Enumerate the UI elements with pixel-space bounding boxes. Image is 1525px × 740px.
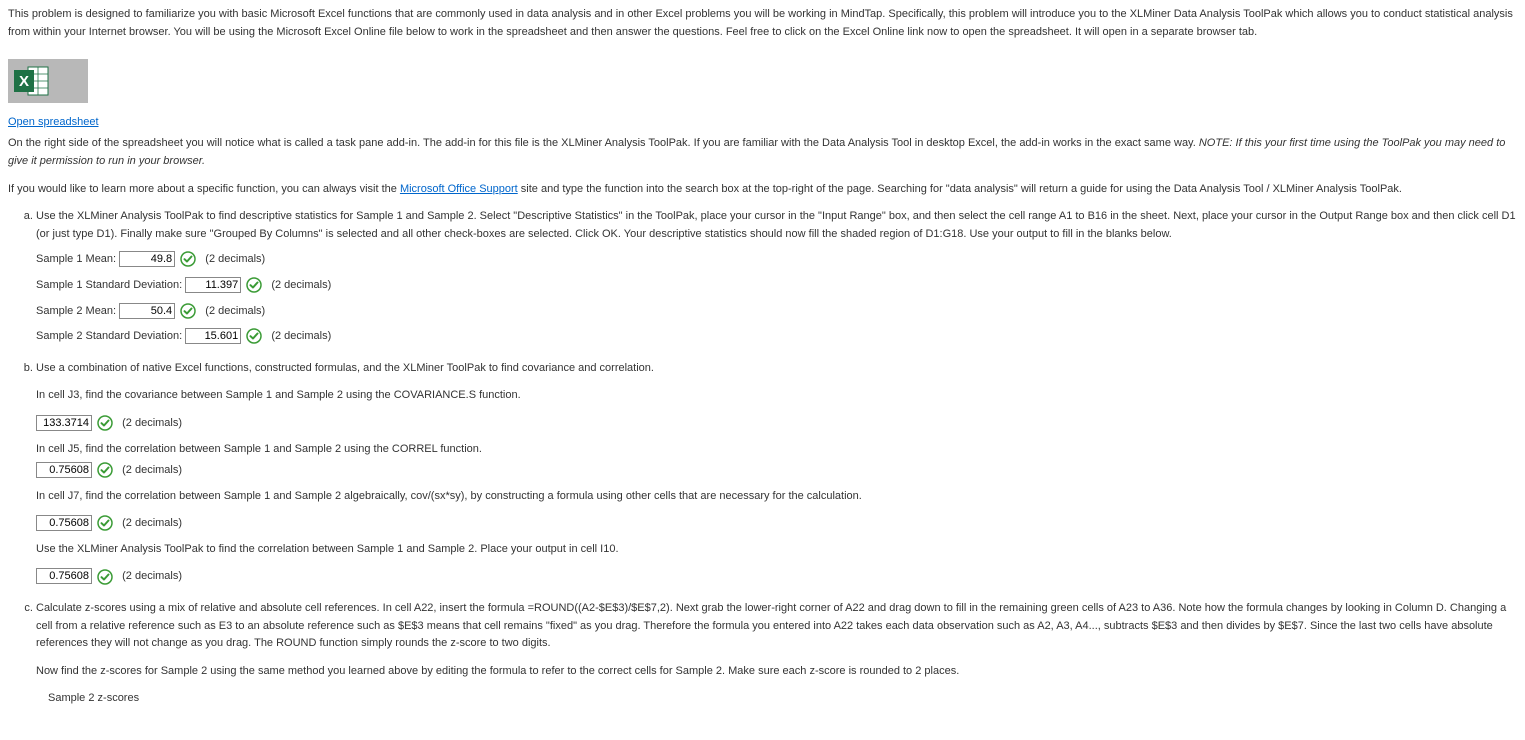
task-pane-paragraph: On the right side of the spreadsheet you…: [8, 135, 1517, 170]
learn-more-after: site and type the function into the sear…: [518, 183, 1402, 195]
j3-text: In cell J3, find the covariance between …: [36, 387, 1517, 405]
sample2-sd-label: Sample 2 Standard Deviation:: [36, 330, 182, 342]
j7-input[interactable]: [36, 515, 92, 531]
ms-office-support-link[interactable]: Microsoft Office Support: [400, 183, 518, 195]
decimals-label: (2 decimals): [122, 464, 182, 476]
sample1-mean-row: Sample 1 Mean: (2 decimals): [36, 251, 1517, 269]
part-b-text: Use a combination of native Excel functi…: [36, 362, 654, 374]
sample1-sd-row: Sample 1 Standard Deviation: (2 decimals…: [36, 277, 1517, 295]
part-c-sample2-text: Now find the z-scores for Sample 2 using…: [36, 663, 1517, 681]
check-icon: [180, 303, 196, 319]
sample1-mean-input[interactable]: [119, 251, 175, 267]
decimals-label: (2 decimals): [122, 517, 182, 529]
decimals-label: (2 decimals): [122, 570, 182, 582]
sample1-sd-label: Sample 1 Standard Deviation:: [36, 279, 182, 291]
sample2-zscores-heading: Sample 2 z-scores: [48, 690, 1517, 708]
i10-row: (2 decimals): [36, 568, 1517, 586]
check-icon: [97, 415, 113, 431]
learn-more-paragraph: If you would like to learn more about a …: [8, 181, 1517, 199]
part-c-text: Calculate z-scores using a mix of relati…: [36, 602, 1506, 649]
sample1-mean-label: Sample 1 Mean:: [36, 253, 116, 265]
sample2-mean-label: Sample 2 Mean:: [36, 305, 116, 317]
check-icon: [97, 515, 113, 531]
j5-text: In cell J5, find the correlation between…: [36, 441, 1517, 459]
j3-row: (2 decimals): [36, 415, 1517, 433]
sample2-mean-row: Sample 2 Mean: (2 decimals): [36, 303, 1517, 321]
decimals-label: (2 decimals): [205, 305, 265, 317]
sample2-mean-input[interactable]: [119, 303, 175, 319]
j7-row: (2 decimals): [36, 515, 1517, 533]
excel-icon: X: [8, 59, 88, 103]
excel-link-block: X Open spreadsheet: [8, 59, 99, 131]
check-icon: [180, 251, 196, 267]
decimals-label: (2 decimals): [205, 253, 265, 265]
decimals-label: (2 decimals): [122, 417, 182, 429]
decimals-label: (2 decimals): [271, 330, 331, 342]
sample2-sd-input[interactable]: [185, 328, 241, 344]
open-spreadsheet-link[interactable]: Open spreadsheet: [8, 114, 99, 132]
decimals-label: (2 decimals): [271, 279, 331, 291]
question-list: Use the XLMiner Analysis ToolPak to find…: [8, 208, 1517, 708]
part-a: Use the XLMiner Analysis ToolPak to find…: [36, 208, 1517, 346]
check-icon: [246, 328, 262, 344]
svg-text:X: X: [19, 73, 29, 90]
learn-more-before: If you would like to learn more about a …: [8, 183, 400, 195]
j3-input[interactable]: [36, 415, 92, 431]
check-icon: [97, 462, 113, 478]
part-b: Use a combination of native Excel functi…: [36, 360, 1517, 586]
i10-text: Use the XLMiner Analysis ToolPak to find…: [36, 541, 1517, 559]
intro-paragraph: This problem is designed to familiarize …: [8, 6, 1517, 41]
j5-input[interactable]: [36, 462, 92, 478]
sample1-sd-input[interactable]: [185, 277, 241, 293]
check-icon: [97, 569, 113, 585]
j7-text: In cell J7, find the correlation between…: [36, 488, 1517, 506]
j5-row: (2 decimals): [36, 462, 1517, 480]
i10-input[interactable]: [36, 568, 92, 584]
check-icon: [246, 277, 262, 293]
task-pane-text: On the right side of the spreadsheet you…: [8, 137, 1199, 149]
part-c: Calculate z-scores using a mix of relati…: [36, 600, 1517, 708]
part-a-text: Use the XLMiner Analysis ToolPak to find…: [36, 210, 1516, 240]
sample2-sd-row: Sample 2 Standard Deviation: (2 decimals…: [36, 328, 1517, 346]
